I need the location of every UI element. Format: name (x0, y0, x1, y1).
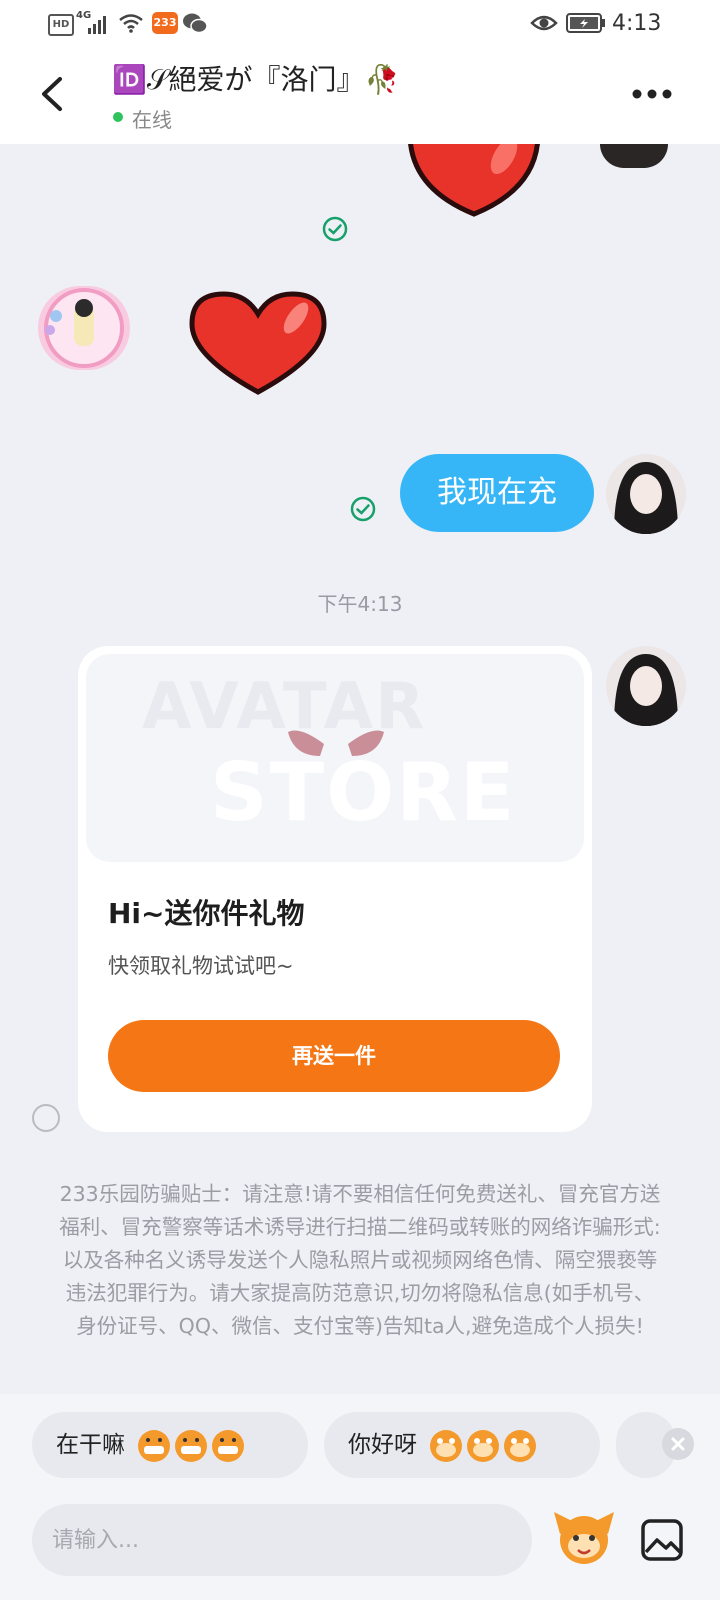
status-bar: HD 4G 233 4:13 (0, 0, 720, 48)
eye-icon (530, 15, 558, 31)
battery-icon (566, 13, 605, 33)
heart-sticker-incoming[interactable] (188, 288, 328, 400)
message-timestamp: 下午4:13 (317, 592, 403, 616)
my-avatar-gift-image (606, 646, 686, 726)
wechat-icon (183, 13, 208, 34)
contact-avatar[interactable] (38, 286, 130, 370)
message-select-circle[interactable] (32, 1104, 60, 1132)
gift-title: Hi~送你件礼物 (108, 897, 305, 930)
outgoing-message-bubble[interactable]: 我现在充 (400, 454, 594, 532)
online-status-label: 在线 (132, 108, 172, 132)
heart-sticker-top[interactable] (404, 144, 544, 220)
back-arrow-icon[interactable] (38, 76, 68, 112)
my-avatar-partial[interactable] (600, 144, 668, 168)
online-status-dot (113, 112, 123, 122)
close-icon (671, 1437, 685, 1451)
close-quick-replies-button[interactable] (662, 1428, 694, 1460)
wifi-icon (119, 14, 143, 33)
send-another-gift-button[interactable]: 再送一件 (108, 1020, 560, 1092)
read-check-icon (322, 216, 348, 242)
more-options-icon[interactable] (632, 88, 672, 100)
grin-emoji-icon (138, 1429, 245, 1462)
image-picker-icon[interactable] (640, 1518, 684, 1562)
angel-wings-icon (288, 730, 384, 756)
quick-reply-label: 你好呀 (348, 1432, 417, 1458)
quick-reply-chip-1[interactable]: 在干嘛 (32, 1412, 308, 1478)
read-check-icon-2 (350, 496, 376, 522)
gift-banner: AVATAR STORE (86, 654, 584, 862)
app-233-badge: 233 (152, 12, 178, 34)
quick-reply-chip-2[interactable]: 你好呀 (324, 1412, 600, 1478)
signal-icon (88, 16, 106, 34)
my-avatar-gift[interactable] (606, 646, 686, 726)
hd-badge: HD (48, 14, 74, 36)
my-avatar[interactable] (606, 454, 686, 534)
contact-avatar-image (44, 288, 124, 368)
monkey-emoji-icon (430, 1429, 537, 1462)
clock: 4:13 (612, 11, 662, 36)
contact-name: 🆔𝒮絕爱が『洛门』🥀 (112, 63, 400, 96)
message-input[interactable] (32, 1504, 532, 1576)
anti-fraud-notice: 233乐园防骗贴士：请注意!请不要相信任何免费送礼、冒充官方送福利、冒充警察等话… (59, 1182, 661, 1338)
emoji-mascot-button[interactable] (552, 1504, 616, 1568)
gift-subtitle: 快领取礼物试试吧~ (108, 954, 294, 978)
quick-reply-label: 在干嘛 (56, 1432, 125, 1458)
my-avatar-image (606, 454, 686, 534)
